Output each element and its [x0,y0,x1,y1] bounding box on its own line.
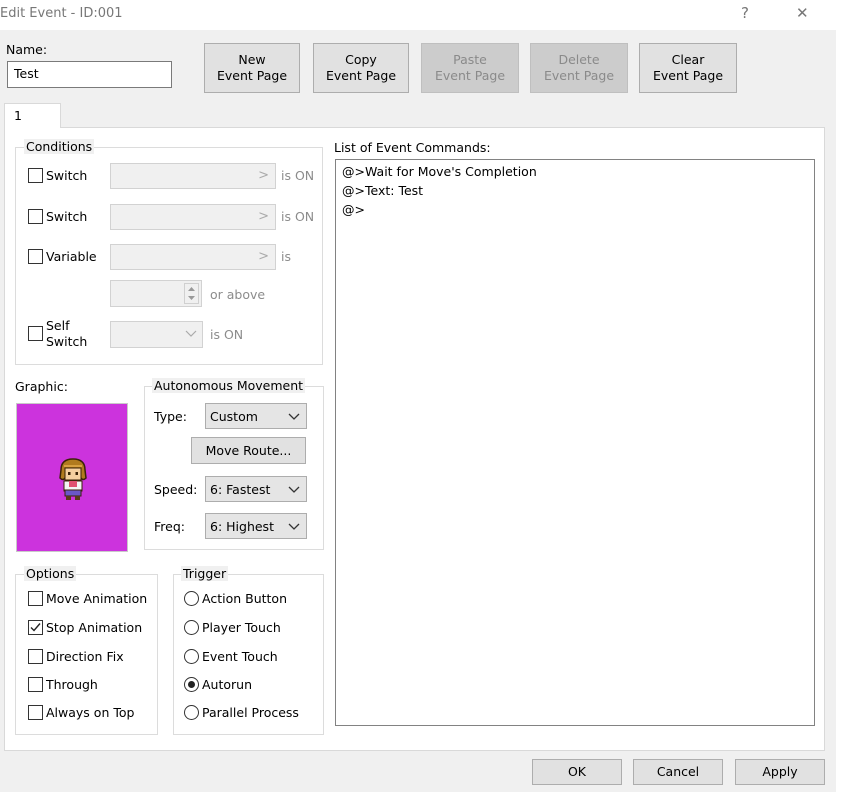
event-touch-label: Event Touch [202,649,278,664]
autorun-radio[interactable] [184,677,199,692]
chevron-down-icon [288,486,300,493]
stop-animation-checkbox[interactable] [28,620,43,635]
type-dropdown[interactable]: Custom [205,403,307,429]
name-value: Test [14,66,39,81]
player-touch-label: Player Touch [202,620,281,635]
autonomous-movement-title: Autonomous Movement [152,378,306,393]
stop-animation-label: Stop Animation [46,620,143,635]
parallel-process-label: Parallel Process [202,705,299,720]
always-on-top-label: Always on Top [46,705,135,720]
through-checkbox[interactable] [28,677,43,692]
switch2-suffix: is ON [281,209,315,224]
chevron-down-icon [288,523,300,530]
spinner-arrows-icon [188,287,195,300]
name-label: Name: [6,42,48,57]
speed-value: 6: Fastest [210,481,271,497]
or-above-label: or above [210,287,266,302]
event-touch-radio[interactable] [184,649,199,664]
paste-event-page-button[interactable]: Paste Event Page [421,43,519,93]
freq-label: Freq: [154,519,185,534]
copy-event-page-button[interactable]: Copy Event Page [313,43,409,93]
type-label: Type: [154,409,187,424]
cancel-button[interactable]: Cancel [633,759,723,785]
parallel-process-radio[interactable] [184,705,199,720]
title-bar: Edit Event - ID:001 ? ✕ [0,0,843,30]
trigger-title: Trigger [181,566,229,581]
freq-dropdown[interactable]: 6: Highest [205,513,307,539]
switch2-selector[interactable]: > [110,204,276,230]
event-commands-list[interactable]: @>Wait for Move's Completion @>Text: Tes… [335,159,815,726]
move-animation-checkbox[interactable] [28,591,43,606]
variable-selector[interactable]: > [110,244,276,270]
action-button-label: Action Button [202,591,287,606]
action-button-radio[interactable] [184,591,199,606]
switch2-label: Switch [46,209,88,224]
switch1-selector[interactable]: > [110,163,276,189]
spinner-buttons[interactable] [184,283,199,304]
delete-event-page-button[interactable]: Delete Event Page [530,43,628,93]
conditions-title: Conditions [24,139,95,154]
move-animation-label: Move Animation [46,591,148,606]
self-switch-dropdown[interactable] [110,321,203,348]
variable-suffix: is [281,249,291,264]
clear-event-page-button[interactable]: Clear Event Page [639,43,737,93]
self-switch-label-1: Self [46,318,70,333]
close-icon[interactable]: ✕ [796,4,809,22]
freq-value: 6: Highest [210,518,274,534]
character-sprite-icon [59,458,87,500]
command-line[interactable]: @> [342,202,365,217]
self-switch-checkbox[interactable] [28,326,43,341]
direction-fix-checkbox[interactable] [28,649,43,664]
graphic-preview[interactable] [16,403,128,552]
always-on-top-checkbox[interactable] [28,705,43,720]
autorun-label: Autorun [202,677,253,692]
tab-label: 1 [14,108,22,123]
command-line[interactable]: @>Wait for Move's Completion [342,164,537,179]
tab-page-1[interactable]: 1 [4,103,61,128]
variable-checkbox[interactable] [28,249,43,264]
through-label: Through [46,677,98,692]
switch1-suffix: is ON [281,168,315,183]
speed-dropdown[interactable]: 6: Fastest [205,476,307,502]
event-commands-title: List of Event Commands: [334,140,491,155]
chevron-down-icon [288,413,300,420]
chevron-down-icon [185,330,197,337]
apply-button[interactable]: Apply [735,759,825,785]
chevron-right-icon: > [258,168,269,183]
speed-label: Speed: [154,482,198,497]
switch2-checkbox[interactable] [28,209,43,224]
graphic-label: Graphic: [15,379,68,394]
help-icon[interactable]: ? [741,4,749,22]
variable-label: Variable [46,249,97,264]
checkmark-icon [30,623,41,632]
window-title: Edit Event - ID:001 [0,6,123,21]
player-touch-radio[interactable] [184,620,199,635]
command-line[interactable]: @>Text: Test [342,183,423,198]
self-switch-label-2: Switch [46,334,88,349]
chevron-right-icon: > [258,249,269,264]
switch1-checkbox[interactable] [28,168,43,183]
ok-button[interactable]: OK [532,759,622,785]
self-switch-suffix: is ON [210,327,244,342]
type-value: Custom [210,408,258,424]
switch1-label: Switch [46,168,88,183]
chevron-right-icon: > [258,209,269,224]
window-edge [836,30,843,792]
variable-value-spinner[interactable] [110,280,202,307]
name-field[interactable]: Test [7,61,172,88]
radio-selected-dot [188,681,195,688]
options-title: Options [24,566,77,581]
move-route-button[interactable]: Move Route... [191,437,306,464]
new-event-page-button[interactable]: New Event Page [204,43,300,93]
direction-fix-label: Direction Fix [46,649,124,664]
